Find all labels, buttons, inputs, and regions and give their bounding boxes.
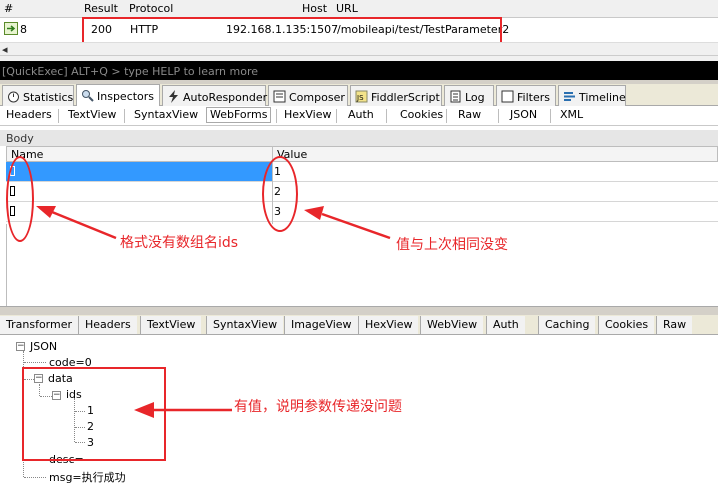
annotation-same-value: 值与上次相同没变 (396, 237, 508, 253)
annotation-arrows (36, 206, 391, 418)
arrow-to-value-icon (321, 212, 391, 240)
arrow-to-name-icon (51, 210, 117, 240)
annotation-has-value: 有值，说明参数传递没问题 (234, 399, 402, 415)
annotation-no-array-name: 格式没有数组名ids (120, 235, 239, 251)
